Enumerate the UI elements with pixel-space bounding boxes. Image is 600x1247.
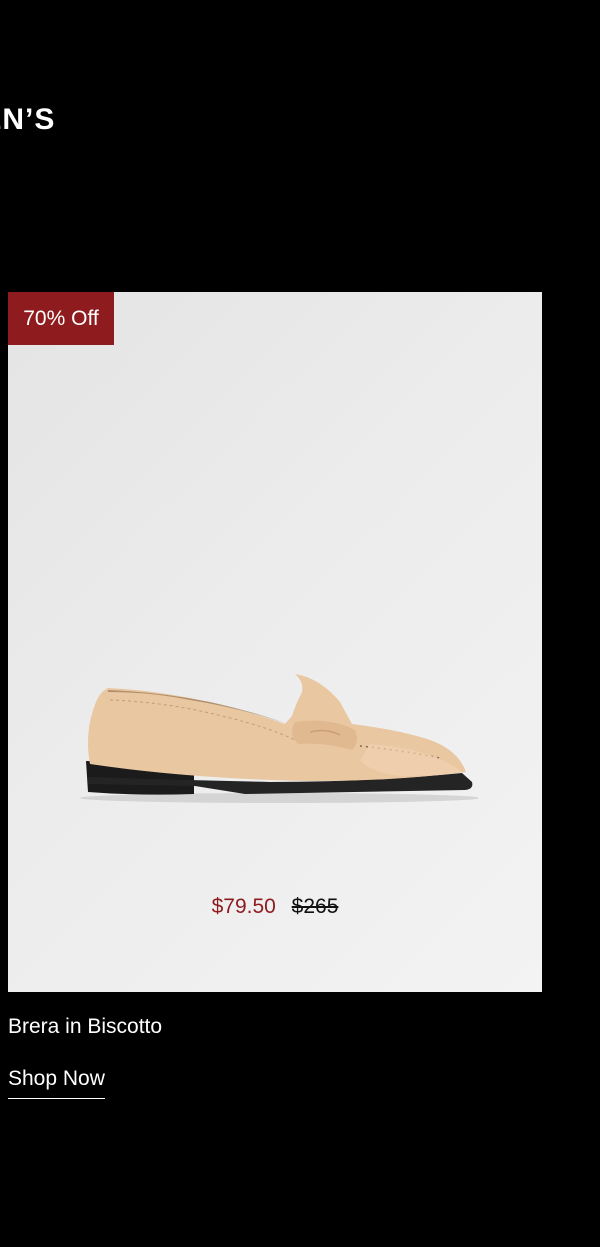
price-row: $79.50 $265 bbox=[8, 892, 542, 922]
shop-now-link[interactable]: Shop Now bbox=[8, 1064, 105, 1099]
product-card[interactable]: 70% Off $79.50 $265 bbox=[8, 292, 542, 992]
section-title: IEN’S bbox=[0, 103, 56, 136]
original-price: $265 bbox=[291, 895, 339, 918]
loafer-shoe-image[interactable] bbox=[70, 672, 478, 807]
discount-badge: 70% Off bbox=[8, 292, 114, 345]
sale-price: $79.50 bbox=[211, 895, 276, 918]
product-name[interactable]: Brera in Biscotto bbox=[8, 1012, 162, 1042]
